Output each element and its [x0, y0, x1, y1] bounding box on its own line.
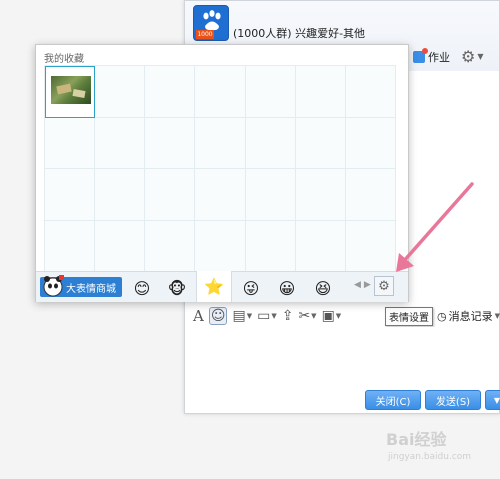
- film-icon: ▤: [232, 308, 246, 324]
- chevron-down-icon: ▼: [311, 312, 317, 320]
- chevron-down-icon: ▼: [494, 312, 500, 320]
- message-input[interactable]: [185, 327, 499, 385]
- tab-scroll-arrows[interactable]: ◀▶: [354, 280, 374, 290]
- homework-icon: [413, 48, 428, 63]
- panel-title: 我的收藏: [44, 54, 84, 65]
- emoji-shop-label: 大表情商城: [66, 283, 116, 295]
- screenshot-button[interactable]: ✂ ▼: [298, 308, 316, 324]
- cartoon-emoji-icon: 😜: [242, 278, 260, 298]
- favorite-slot[interactable]: [95, 117, 146, 169]
- settings-menu-button[interactable]: ⚙ ▼: [461, 46, 491, 66]
- tab-cartoon-2[interactable]: 😆: [308, 275, 338, 301]
- face-emoji-icon: 😀: [278, 278, 296, 298]
- favorite-slot[interactable]: [245, 66, 296, 118]
- input-toolbar: A ☺ ▤ ▼ ▭ ▼ ⇪ ✂ ▼ ▣ ▼: [193, 306, 341, 326]
- favorite-slot[interactable]: [145, 66, 196, 118]
- favorite-slot[interactable]: [95, 169, 146, 221]
- watermark-logo: Bai经验: [386, 430, 447, 449]
- tab-smile[interactable]: 😊: [127, 275, 157, 301]
- favorite-slot[interactable]: [295, 169, 346, 221]
- favorite-item[interactable]: [45, 66, 96, 118]
- favorite-slot[interactable]: [295, 117, 346, 169]
- message-history-label: 消息记录: [448, 310, 493, 323]
- favorite-slot[interactable]: [345, 66, 396, 118]
- panda-mascot-icon: [43, 275, 64, 297]
- emoji-button[interactable]: ☺: [208, 307, 228, 325]
- favorite-thumbnail: [51, 76, 91, 104]
- favorite-slot[interactable]: [45, 220, 96, 272]
- watermark: Bai经验 jingyan.baidu.com: [376, 426, 498, 474]
- watermark-url: jingyan.baidu.com: [388, 452, 472, 462]
- favorite-slot[interactable]: [145, 117, 196, 169]
- chevron-down-icon: ▼: [477, 51, 484, 61]
- tab-cartoon-1[interactable]: 😜: [236, 275, 266, 301]
- chevron-down-icon: ▼: [493, 395, 500, 405]
- emoji-tab-bar: 大表情商城 😊 🐵 ⭐ 😜 😀 😆 ◀▶ ⚙: [36, 271, 408, 302]
- favorite-slot[interactable]: [195, 117, 246, 169]
- chevron-down-icon: ▼: [335, 312, 342, 320]
- favorite-slot[interactable]: [145, 220, 196, 272]
- favorite-slot[interactable]: [195, 169, 246, 221]
- upload-button[interactable]: ⇪: [282, 308, 294, 324]
- gear-icon: ⚙: [461, 46, 476, 66]
- upload-icon: ⇪: [281, 308, 294, 324]
- favorite-slot[interactable]: [195, 66, 246, 118]
- image-icon: ▭: [257, 308, 271, 324]
- homework-button[interactable]: 作业: [413, 48, 450, 65]
- favorite-slot[interactable]: [345, 117, 396, 169]
- favorite-slot[interactable]: [245, 220, 296, 272]
- favorite-slot[interactable]: [295, 220, 346, 272]
- favorite-slot[interactable]: [45, 169, 96, 221]
- send-options-button[interactable]: ▼: [485, 390, 500, 410]
- emoji-settings-button[interactable]: ⚙: [374, 276, 394, 296]
- send-button[interactable]: 发送(S): [425, 390, 481, 410]
- close-button[interactable]: 关闭(C): [365, 390, 421, 410]
- emoji-panel: 我的收藏 大表情商城 😊 🐵 ⭐ 😜 😀 😆 ◀▶ ⚙: [35, 44, 409, 302]
- favorites-star-icon: ⭐: [204, 277, 224, 296]
- monkey-emoji-icon: 🐵: [167, 278, 187, 298]
- chevron-down-icon: ▼: [271, 312, 277, 320]
- scissors-icon: ✂: [298, 308, 311, 324]
- chevron-down-icon: ▼: [246, 312, 253, 320]
- gear-icon: ⚙: [378, 278, 390, 294]
- favorite-slot[interactable]: [245, 169, 296, 221]
- tab-favorites[interactable]: ⭐: [196, 271, 232, 302]
- chat-footer: 关闭(C) 发送(S) ▼: [365, 390, 500, 410]
- group-avatar[interactable]: 1000: [193, 5, 229, 41]
- favorite-slot[interactable]: [245, 117, 296, 169]
- emoji-settings-tooltip: 表情设置: [385, 307, 433, 326]
- tab-face[interactable]: 😀: [272, 275, 302, 301]
- favorite-slot[interactable]: [345, 220, 396, 272]
- font-icon: A: [193, 307, 204, 325]
- favorite-slot[interactable]: [145, 169, 196, 221]
- message-history-button[interactable]: ◷ 消息记录 ▼: [437, 308, 500, 324]
- smile-emoji-icon: 😊: [133, 278, 151, 298]
- favorite-slot[interactable]: [295, 66, 346, 118]
- favorites-grid: [44, 65, 396, 272]
- favorite-slot[interactable]: [95, 220, 146, 272]
- smile-icon: ☺: [210, 308, 226, 324]
- edit-image-icon: ▣: [321, 308, 335, 324]
- clock-icon: ◷: [437, 309, 447, 323]
- tab-monkey[interactable]: 🐵: [162, 275, 192, 301]
- cartoon-emoji-icon: 😆: [314, 278, 332, 298]
- image-button[interactable]: ▭ ▼: [257, 308, 277, 324]
- favorite-slot[interactable]: [195, 220, 246, 272]
- gif-button[interactable]: ▤ ▼: [232, 308, 252, 324]
- font-button[interactable]: A: [193, 307, 204, 325]
- emoji-shop-button[interactable]: 大表情商城: [40, 275, 122, 297]
- group-size-badge: 1000: [196, 30, 214, 39]
- homework-label: 作业: [428, 51, 450, 64]
- more-tools-button[interactable]: ▣ ▼: [322, 308, 342, 324]
- favorite-slot[interactable]: [95, 66, 146, 118]
- favorite-slot[interactable]: [345, 169, 396, 221]
- favorite-slot[interactable]: [45, 117, 96, 169]
- chat-title: (1000人群) 兴趣爱好-其他: [233, 27, 366, 40]
